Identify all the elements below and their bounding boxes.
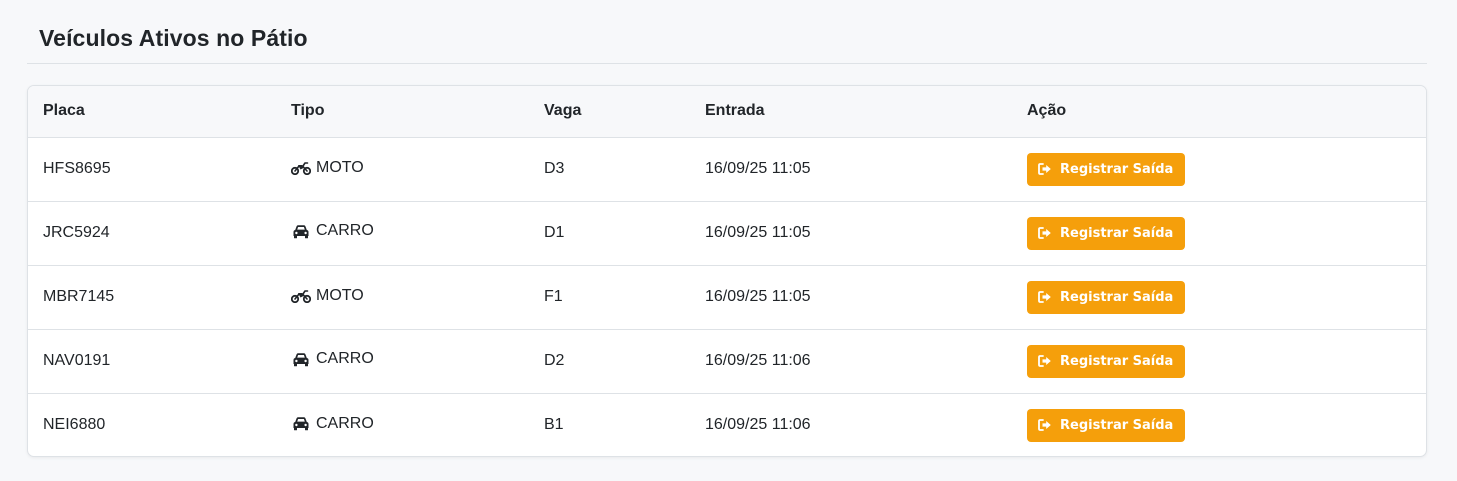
cell-placa: NAV0191 [28,328,291,393]
cell-tipo: CARRO [291,200,544,265]
cell-acao: Registrar Saída [1027,392,1426,456]
page-header: Veículos Ativos no Pátio [27,0,1427,64]
vehicle-type-label: CARRO [316,222,374,240]
cell-acao: Registrar Saída [1027,137,1426,201]
cell-entrada: 16/09/25 11:05 [705,200,1027,265]
motorcycle-icon [291,160,311,176]
register-exit-label: Registrar Saída [1060,289,1174,305]
column-header-placa: Placa [28,86,291,138]
page: Veículos Ativos no Pátio Placa Tipo Vaga… [0,0,1457,481]
table-body: HFS8695 MOTO D3 16/09/25 11:05 Registrar… [28,137,1426,456]
vehicle-type: CARRO [291,415,374,433]
register-exit-label: Registrar Saída [1060,161,1174,177]
table-row: NAV0191 CARRO D2 16/09/25 11:06 Registra… [28,328,1426,393]
cell-vaga: D3 [544,160,565,177]
register-exit-button[interactable]: Registrar Saída [1027,280,1186,314]
car-icon [291,416,311,432]
cell-entrada: 16/09/25 11:05 [705,160,811,177]
cell-placa: JRC5924 [28,200,291,265]
vehicle-type: MOTO [291,159,364,177]
sign-out-icon [1038,226,1054,240]
table-row: NEI6880 CARRO B1 16/09/25 11:06 Registra… [28,392,1426,456]
register-exit-label: Registrar Saída [1060,353,1174,369]
cell-vaga: D2 [544,328,705,393]
sign-out-icon [1038,418,1054,432]
register-exit-button[interactable]: Registrar Saída [1027,344,1186,378]
vehicle-type-label: MOTO [316,158,364,176]
sign-out-icon [1038,162,1054,176]
table-row: HFS8695 MOTO D3 16/09/25 11:05 Registrar… [28,137,1426,201]
cell-tipo: MOTO [291,137,544,201]
vehicle-type-label: CARRO [316,414,374,432]
register-exit-button[interactable]: Registrar Saída [1027,216,1186,250]
table-header-row: Placa Tipo Vaga Entrada Ação [28,86,1426,138]
register-exit-button[interactable]: Registrar Saída [1027,408,1186,442]
vehicle-type-label: CARRO [316,350,374,368]
cell-acao: Registrar Saída [1027,264,1426,329]
register-exit-label: Registrar Saída [1060,417,1174,433]
cell-entrada: 16/09/25 11:06 [705,328,1027,393]
sign-out-icon [1038,354,1054,368]
vehicle-type: CARRO [291,222,374,240]
register-exit-label: Registrar Saída [1060,225,1174,241]
column-header-vaga: Vaga [544,86,705,138]
car-icon [291,351,311,367]
cell-placa: MBR7145 [28,264,291,329]
cell-entrada: 16/09/25 11:06 [705,392,1027,456]
table-header: Placa Tipo Vaga Entrada Ação [28,86,1426,138]
column-header-tipo: Tipo [291,86,544,138]
cell-vaga: F1 [544,264,705,329]
table-row: MBR7145 MOTO F1 16/09/25 11:05 Registrar… [28,264,1426,329]
cell-placa: HFS8695 [43,160,111,177]
cell-tipo: CARRO [291,328,544,393]
vehicle-type: CARRO [291,350,374,368]
table-row: JRC5924 CARRO D1 16/09/25 11:05 Registra… [28,200,1426,265]
active-vehicles-table: Placa Tipo Vaga Entrada Ação HFS8695 MOT… [28,86,1426,456]
register-exit-button[interactable]: Registrar Saída [1027,152,1186,186]
sign-out-icon [1038,290,1054,304]
cell-vaga: B1 [544,392,705,456]
cell-placa: NEI6880 [28,392,291,456]
car-icon [291,223,311,239]
cell-entrada: 16/09/25 11:05 [705,264,1027,329]
vehicle-type-label: MOTO [316,286,364,304]
cell-tipo: MOTO [291,264,544,329]
column-header-acao: Ação [1027,86,1426,138]
active-vehicles-card: Placa Tipo Vaga Entrada Ação HFS8695 MOT… [27,85,1427,457]
vehicle-type: MOTO [291,287,364,305]
column-header-entrada: Entrada [705,86,1027,138]
cell-acao: Registrar Saída [1027,200,1426,265]
cell-vaga: D1 [544,200,705,265]
cell-tipo: CARRO [291,392,544,456]
page-title: Veículos Ativos no Pátio [39,25,308,51]
cell-acao: Registrar Saída [1027,328,1426,393]
motorcycle-icon [291,288,311,304]
